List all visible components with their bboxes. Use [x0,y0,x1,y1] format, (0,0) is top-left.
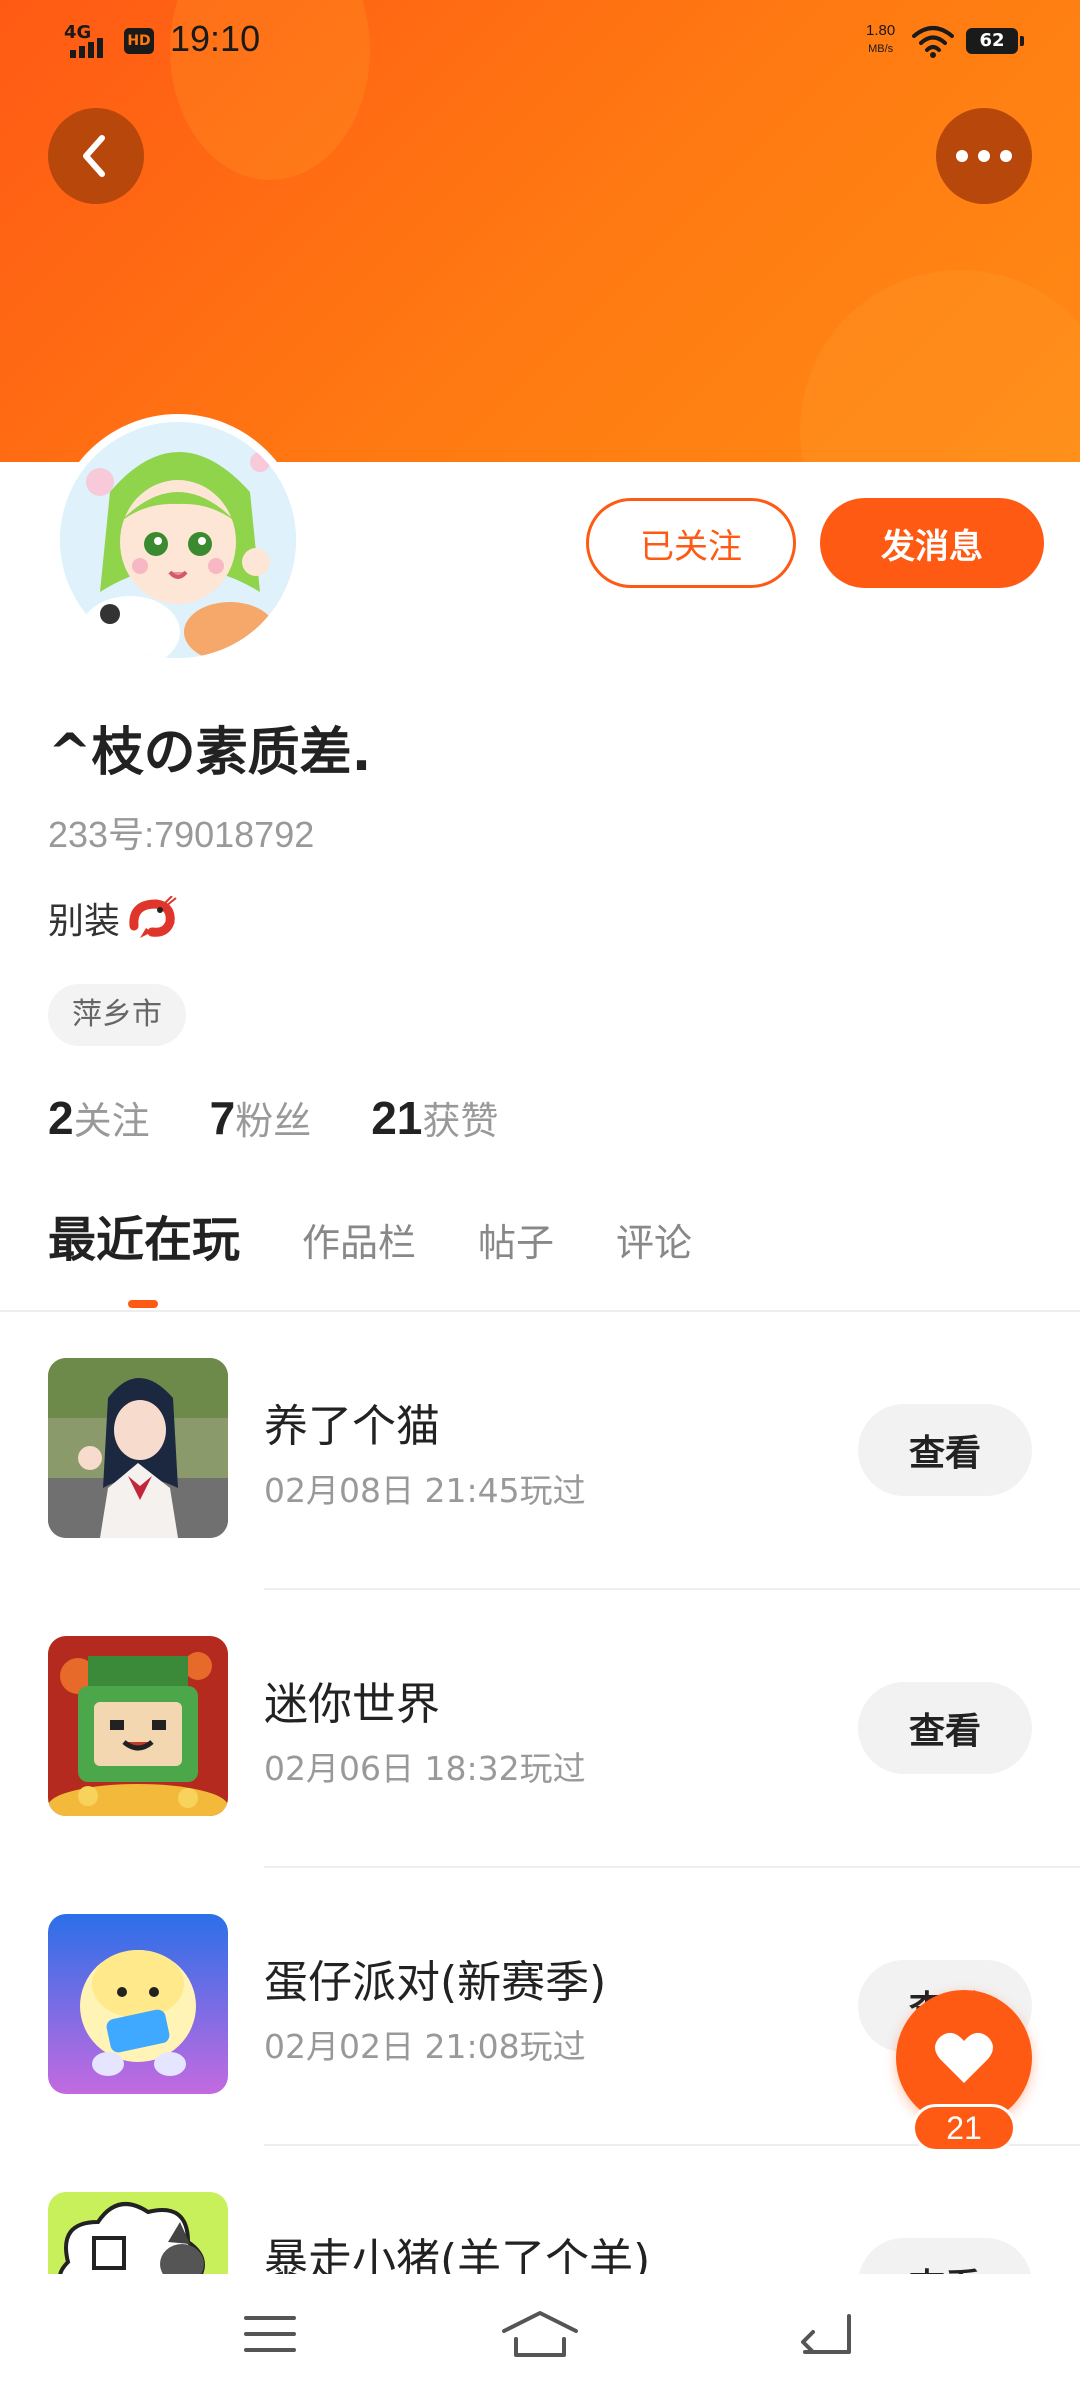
like-count-badge: 21 [912,2104,1016,2152]
following-button[interactable]: 已关注 [586,498,796,588]
tab-recently-played[interactable]: 最近在玩 [48,1200,240,1270]
location-chip[interactable]: 萍乡市 [48,984,186,1046]
more-dots-icon [956,150,1012,162]
home-button[interactable] [500,2304,580,2364]
back-arrow-icon [801,2314,851,2354]
avatar-image [60,422,296,658]
bio: 别装 [48,892,178,944]
game-title: 蛋仔派对(新赛季) [264,1957,607,2008]
likes-stat[interactable]: 21 获赞 [371,1090,498,1145]
tab-posts[interactable]: 帖子 [478,1212,554,1267]
stat-label: 获赞 [422,1099,499,1143]
profile-stats: 2 关注 7 粉丝 21 获赞 [48,1090,498,1145]
view-game-button[interactable]: 查看 [858,2238,1032,2274]
speed-unit: MB/s [868,43,894,55]
stat-label: 粉丝 [235,1099,312,1143]
last-played-time: 02月02日 21:08玩过 [264,2027,586,2066]
game-thumbnail [48,2192,228,2274]
game-title: 养了个猫 [264,1401,440,1452]
header-decoration [800,270,1080,462]
following-stat[interactable]: 2 关注 [48,1090,150,1145]
followers-stat[interactable]: 7 粉丝 [210,1090,312,1145]
game-icon [48,1914,228,2094]
recents-button[interactable] [230,2304,310,2364]
view-game-button[interactable]: 查看 [858,1404,1032,1496]
game-thumbnail [48,1914,228,2094]
username: ^枝の素质差. [48,723,372,783]
stat-label: 关注 [73,1099,150,1143]
signal-icon [70,38,103,58]
heart-icon [935,2032,993,2083]
last-played-time: 02月06日 18:32玩过 [264,1749,586,1788]
more-options-button[interactable] [936,108,1032,204]
shrimp-emoji [129,896,177,938]
profile-header-banner: 4G HD 19:10 1.80 MB/s 62 [0,0,1080,462]
user-id: 233号:79018792 [48,814,315,855]
last-played-time: 02月08日 21:45玩过 [264,1471,586,1510]
game-icon [48,1358,228,1538]
system-back-button[interactable] [785,2304,865,2364]
tab-comments[interactable]: 评论 [616,1212,692,1267]
avatar[interactable] [52,414,304,666]
stat-number: 7 [209,1092,236,1144]
wifi-icon [912,26,954,58]
active-tab-indicator [128,1300,158,1308]
back-button[interactable] [48,108,144,204]
hd-badge: HD [124,28,154,54]
bio-text: 别装 [48,901,121,942]
game-thumbnail [48,1358,228,1538]
home-icon [502,2311,578,2357]
stat-number: 21 [371,1092,423,1144]
stat-number: 2 [48,1092,74,1144]
battery-icon: 62 [966,28,1024,54]
chevron-left-icon [83,135,105,177]
list-item[interactable]: 迷你世界 02月06日 18:32玩过 查看 [0,1590,1080,1868]
menu-icon [244,2316,296,2352]
game-icon [48,1636,228,1816]
network-speed: 1.80 MB/s [866,22,895,58]
system-nav-bar [0,2274,1080,2400]
profile-tabs: 最近在玩 作品栏 帖子 评论 [48,1200,754,1270]
speed-value: 1.80 [866,22,896,39]
send-message-button[interactable]: 发消息 [820,498,1044,588]
tab-works[interactable]: 作品栏 [302,1212,416,1267]
view-game-button[interactable]: 查看 [858,1682,1032,1774]
status-bar: 4G HD 19:10 1.80 MB/s 62 [0,0,1080,80]
list-item[interactable]: 养了个猫 02月08日 21:45玩过 查看 [0,1312,1080,1590]
game-title: 暴走小猪(羊了个羊) [264,2235,651,2274]
list-item[interactable]: 暴走小猪(羊了个羊) 查看 [0,2146,1080,2274]
game-thumbnail [48,1636,228,1816]
status-time: 19:10 [170,18,261,59]
game-icon [48,2192,228,2274]
game-title: 迷你世界 [264,1679,440,1730]
